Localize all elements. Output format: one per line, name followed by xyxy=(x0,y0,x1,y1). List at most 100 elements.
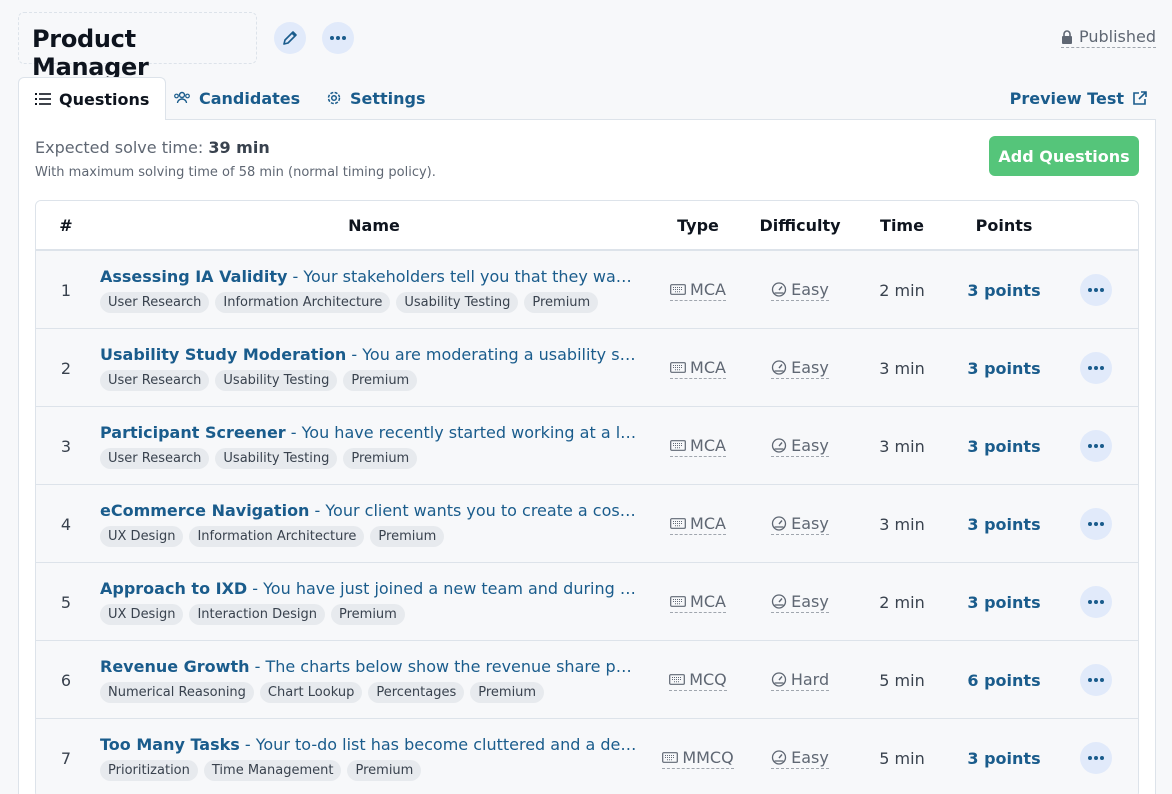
question-points[interactable]: 3 points xyxy=(952,563,1056,641)
preview-test-label: Preview Test xyxy=(1009,88,1124,108)
skill-tag: User Research xyxy=(100,292,210,313)
tag-list: User Research Usability Testing Premium xyxy=(100,370,418,391)
gauge-icon xyxy=(771,516,787,531)
question-link[interactable]: Revenue Growth - The charts below show t… xyxy=(100,657,640,676)
skill-tag: Time Management xyxy=(203,760,342,781)
question-points[interactable]: 3 points xyxy=(952,251,1056,329)
question-points[interactable]: 6 points xyxy=(952,641,1056,719)
table-row[interactable]: 7 Too Many Tasks - Your to-do list has b… xyxy=(36,719,1138,794)
question-type: MMCQ xyxy=(648,719,748,794)
more-dots-icon xyxy=(1088,366,1104,370)
max-solve-time: With maximum solving time of 58 min (nor… xyxy=(35,165,436,180)
question-points[interactable]: 3 points xyxy=(952,329,1056,407)
title-box[interactable]: Product Manager xyxy=(18,12,257,81)
question-points[interactable]: 3 points xyxy=(952,407,1056,485)
page-title[interactable]: Product Manager xyxy=(32,25,256,81)
row-number: 6 xyxy=(60,670,72,690)
question-time: 3 min xyxy=(879,514,925,534)
question-time: 5 min xyxy=(879,670,925,690)
more-dots-icon xyxy=(1088,288,1104,292)
external-link-icon xyxy=(1133,91,1147,105)
pencil-icon xyxy=(283,31,297,45)
skill-tag: User Research xyxy=(100,370,210,391)
question-name-cell: Usability Study Moderation - You are mod… xyxy=(100,329,648,407)
row-more-button[interactable] xyxy=(1080,352,1112,384)
more-dots-icon xyxy=(1088,756,1104,760)
table-row[interactable]: 5 Approach to IXD - You have just joined… xyxy=(36,563,1138,641)
question-difficulty: Easy xyxy=(748,563,852,641)
keyboard-icon xyxy=(662,751,679,763)
more-dots-icon xyxy=(1088,600,1104,604)
question-time: 2 min xyxy=(879,592,925,612)
question-type: MCA xyxy=(648,251,748,329)
keyboard-icon xyxy=(670,595,686,607)
question-difficulty: Easy xyxy=(748,485,852,563)
more-dots-icon xyxy=(1088,678,1104,682)
question-link[interactable]: Usability Study Moderation - You are mod… xyxy=(100,345,640,364)
keyboard-icon xyxy=(670,439,686,451)
table-row[interactable]: 1 Assessing IA Validity - Your stakehold… xyxy=(36,251,1138,329)
tab-candidates[interactable]: Candidates xyxy=(173,77,300,119)
more-dots-icon xyxy=(1088,522,1104,526)
questions-table: # Name Type Difficulty Time Points 1 Ass… xyxy=(35,200,1139,794)
table-row[interactable]: 4 eCommerce Navigation - Your client wan… xyxy=(36,485,1138,563)
solve-time-label: Expected solve time: xyxy=(35,138,209,157)
tab-candidates-label: Candidates xyxy=(199,88,301,108)
tab-settings[interactable]: Settings xyxy=(326,77,426,119)
published-status[interactable]: Published xyxy=(1060,27,1156,48)
col-num: # xyxy=(59,215,73,235)
row-number: 4 xyxy=(60,514,72,534)
row-more-button[interactable] xyxy=(1080,508,1112,540)
question-link[interactable]: Participant Screener - You have recently… xyxy=(100,423,640,442)
gauge-icon xyxy=(771,750,787,765)
gauge-icon xyxy=(771,282,787,297)
preview-test-link[interactable]: Preview Test xyxy=(1010,77,1148,119)
skill-tag: Premium xyxy=(347,760,422,781)
edit-button[interactable] xyxy=(274,22,306,54)
page-header: Product Manager Published xyxy=(18,12,1156,81)
skill-tag: Prioritization xyxy=(100,760,198,781)
more-options-button[interactable] xyxy=(322,22,354,54)
skill-tag: Premium xyxy=(470,682,545,703)
question-time: 3 min xyxy=(879,358,925,378)
skill-tag: UX Design xyxy=(100,604,184,625)
tab-questions[interactable]: Questions xyxy=(18,77,167,120)
row-more-button[interactable] xyxy=(1080,664,1112,696)
row-more-button[interactable] xyxy=(1080,274,1112,306)
table-row[interactable]: 2 Usability Study Moderation - You are m… xyxy=(36,329,1138,407)
skill-tag: Chart Lookup xyxy=(259,682,363,703)
row-more-button[interactable] xyxy=(1080,430,1112,462)
question-link[interactable]: Assessing IA Validity - Your stakeholder… xyxy=(100,267,640,286)
table-row[interactable]: 3 Participant Screener - You have recent… xyxy=(36,407,1138,485)
table-row[interactable]: 6 Revenue Growth - The charts below show… xyxy=(36,641,1138,719)
question-type: MCA xyxy=(648,485,748,563)
gauge-icon xyxy=(771,672,786,687)
question-difficulty: Easy xyxy=(748,329,852,407)
tag-list: UX Design Interaction Design Premium xyxy=(100,604,405,625)
keyboard-icon xyxy=(670,361,686,373)
skill-tag: Usability Testing xyxy=(215,448,338,469)
row-number: 3 xyxy=(60,436,72,456)
row-more-button[interactable] xyxy=(1080,742,1112,774)
tag-list: User Research Information Architecture Usa… xyxy=(100,292,599,313)
tab-settings-label: Settings xyxy=(350,88,426,108)
skill-tag: Premium xyxy=(524,292,599,313)
expected-solve-time: Expected solve time: 39 min xyxy=(35,138,270,157)
skill-tag: Premium xyxy=(370,526,445,547)
add-questions-button[interactable]: Add Questions xyxy=(989,136,1139,176)
row-actions xyxy=(1076,329,1116,407)
question-name-cell: Too Many Tasks - Your to-do list has bec… xyxy=(100,719,648,794)
question-points[interactable]: 3 points xyxy=(952,485,1056,563)
skill-tag: Numerical Reasoning xyxy=(100,682,254,703)
questions-panel: Expected solve time: 39 min With maximum… xyxy=(18,119,1156,794)
question-name-cell: Approach to IXD - You have just joined a… xyxy=(100,563,648,641)
skill-tag: Premium xyxy=(330,604,405,625)
question-link[interactable]: Too Many Tasks - Your to-do list has bec… xyxy=(100,735,640,754)
keyboard-icon xyxy=(670,517,686,529)
question-points[interactable]: 3 points xyxy=(952,719,1056,794)
question-link[interactable]: Approach to IXD - You have just joined a… xyxy=(100,579,640,598)
skill-tag: Information Architecture xyxy=(189,526,365,547)
question-link[interactable]: eCommerce Navigation - Your client wants… xyxy=(100,501,640,520)
skill-tag: User Research xyxy=(100,448,210,469)
row-more-button[interactable] xyxy=(1080,586,1112,618)
